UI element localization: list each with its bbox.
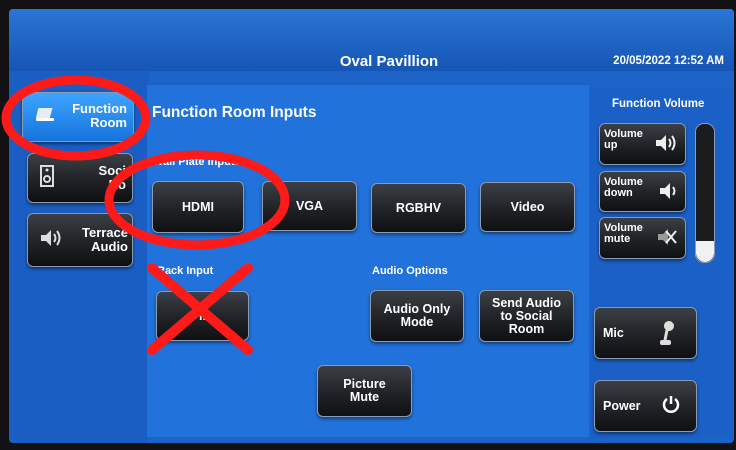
button-label: Audio Only bbox=[383, 302, 451, 316]
volume-up-icon bbox=[655, 134, 677, 157]
send-audio-to-social-room-button[interactable]: Send Audio to Social Room bbox=[479, 290, 574, 342]
mute-icon bbox=[657, 228, 677, 251]
speaker-volume-icon bbox=[40, 229, 62, 252]
sidebar-item-label: Room bbox=[90, 115, 127, 130]
input-hdmi-button[interactable]: HDMI bbox=[152, 181, 244, 233]
picture-mute-button[interactable]: Picture Mute bbox=[317, 365, 412, 417]
volume-level-fill bbox=[696, 241, 714, 262]
datetime-display: 20/05/2022 12:52 AM bbox=[613, 55, 724, 67]
button-label: RGBHV bbox=[395, 200, 442, 215]
button-label: ll bbox=[199, 308, 206, 323]
rack-input-label: Rack Input bbox=[157, 265, 214, 277]
microphone-icon bbox=[658, 320, 676, 353]
sidebar-item-function-room[interactable]: Function Room bbox=[22, 92, 134, 142]
button-label: Video bbox=[510, 199, 545, 214]
sidebar-item-label: Ro bbox=[108, 177, 126, 192]
button-label: HDMI bbox=[182, 199, 214, 214]
audio-options-label: Audio Options bbox=[372, 265, 448, 277]
input-vga-button[interactable]: VGA bbox=[262, 181, 357, 231]
volume-mute-button[interactable]: Volume mute bbox=[599, 217, 686, 259]
power-button[interactable]: Power bbox=[594, 380, 697, 432]
power-icon bbox=[662, 395, 680, 418]
page-title: Oval Pavillion bbox=[339, 53, 439, 70]
input-video-button[interactable]: Video bbox=[480, 182, 575, 232]
volume-up-button[interactable]: Volume up bbox=[599, 123, 686, 165]
volume-heading: Function Volume bbox=[612, 98, 705, 110]
button-label: Mic bbox=[603, 325, 624, 340]
button-label: Mode bbox=[400, 315, 434, 329]
sidebar-item-label: Soci bbox=[98, 163, 126, 178]
volume-slider[interactable] bbox=[695, 123, 715, 263]
sidebar-item-label: Function bbox=[72, 101, 127, 116]
sidebar-item-label: Terrace bbox=[81, 225, 128, 240]
button-label: to Social bbox=[500, 308, 553, 323]
volume-down-button[interactable]: Volume down bbox=[599, 171, 686, 212]
button-label: Send Audio bbox=[492, 295, 561, 310]
header-bar: Oval Pavillion 20/05/2022 12:52 AM bbox=[9, 9, 734, 71]
sidebar-item-label: Audio bbox=[91, 239, 128, 254]
volume-down-icon bbox=[659, 182, 677, 205]
button-label: VGA bbox=[295, 198, 324, 213]
button-label: down bbox=[604, 187, 633, 199]
button-label: mute bbox=[604, 233, 631, 245]
wall-plate-inputs-label: Wall Plate Inputs bbox=[153, 156, 241, 168]
section-heading: Function Room Inputs bbox=[152, 104, 317, 121]
rack-input-button[interactable]: ll bbox=[156, 291, 249, 341]
button-label: up bbox=[604, 139, 618, 151]
button-label: Room bbox=[508, 321, 545, 336]
mic-button[interactable]: Mic bbox=[594, 307, 697, 359]
speaker-box-icon bbox=[40, 164, 54, 192]
button-label: Power bbox=[603, 398, 641, 413]
audio-only-mode-button[interactable]: Audio Only Mode bbox=[370, 290, 464, 342]
button-label: Mute bbox=[349, 390, 380, 404]
sidebar-item-terrace-audio[interactable]: Terrace Audio bbox=[27, 213, 133, 267]
button-label: Picture bbox=[343, 377, 386, 391]
sidebar-item-social-room[interactable]: Soci Ro bbox=[27, 153, 133, 203]
laptop-icon bbox=[35, 106, 57, 129]
input-rgbhv-button[interactable]: RGBHV bbox=[371, 183, 466, 233]
